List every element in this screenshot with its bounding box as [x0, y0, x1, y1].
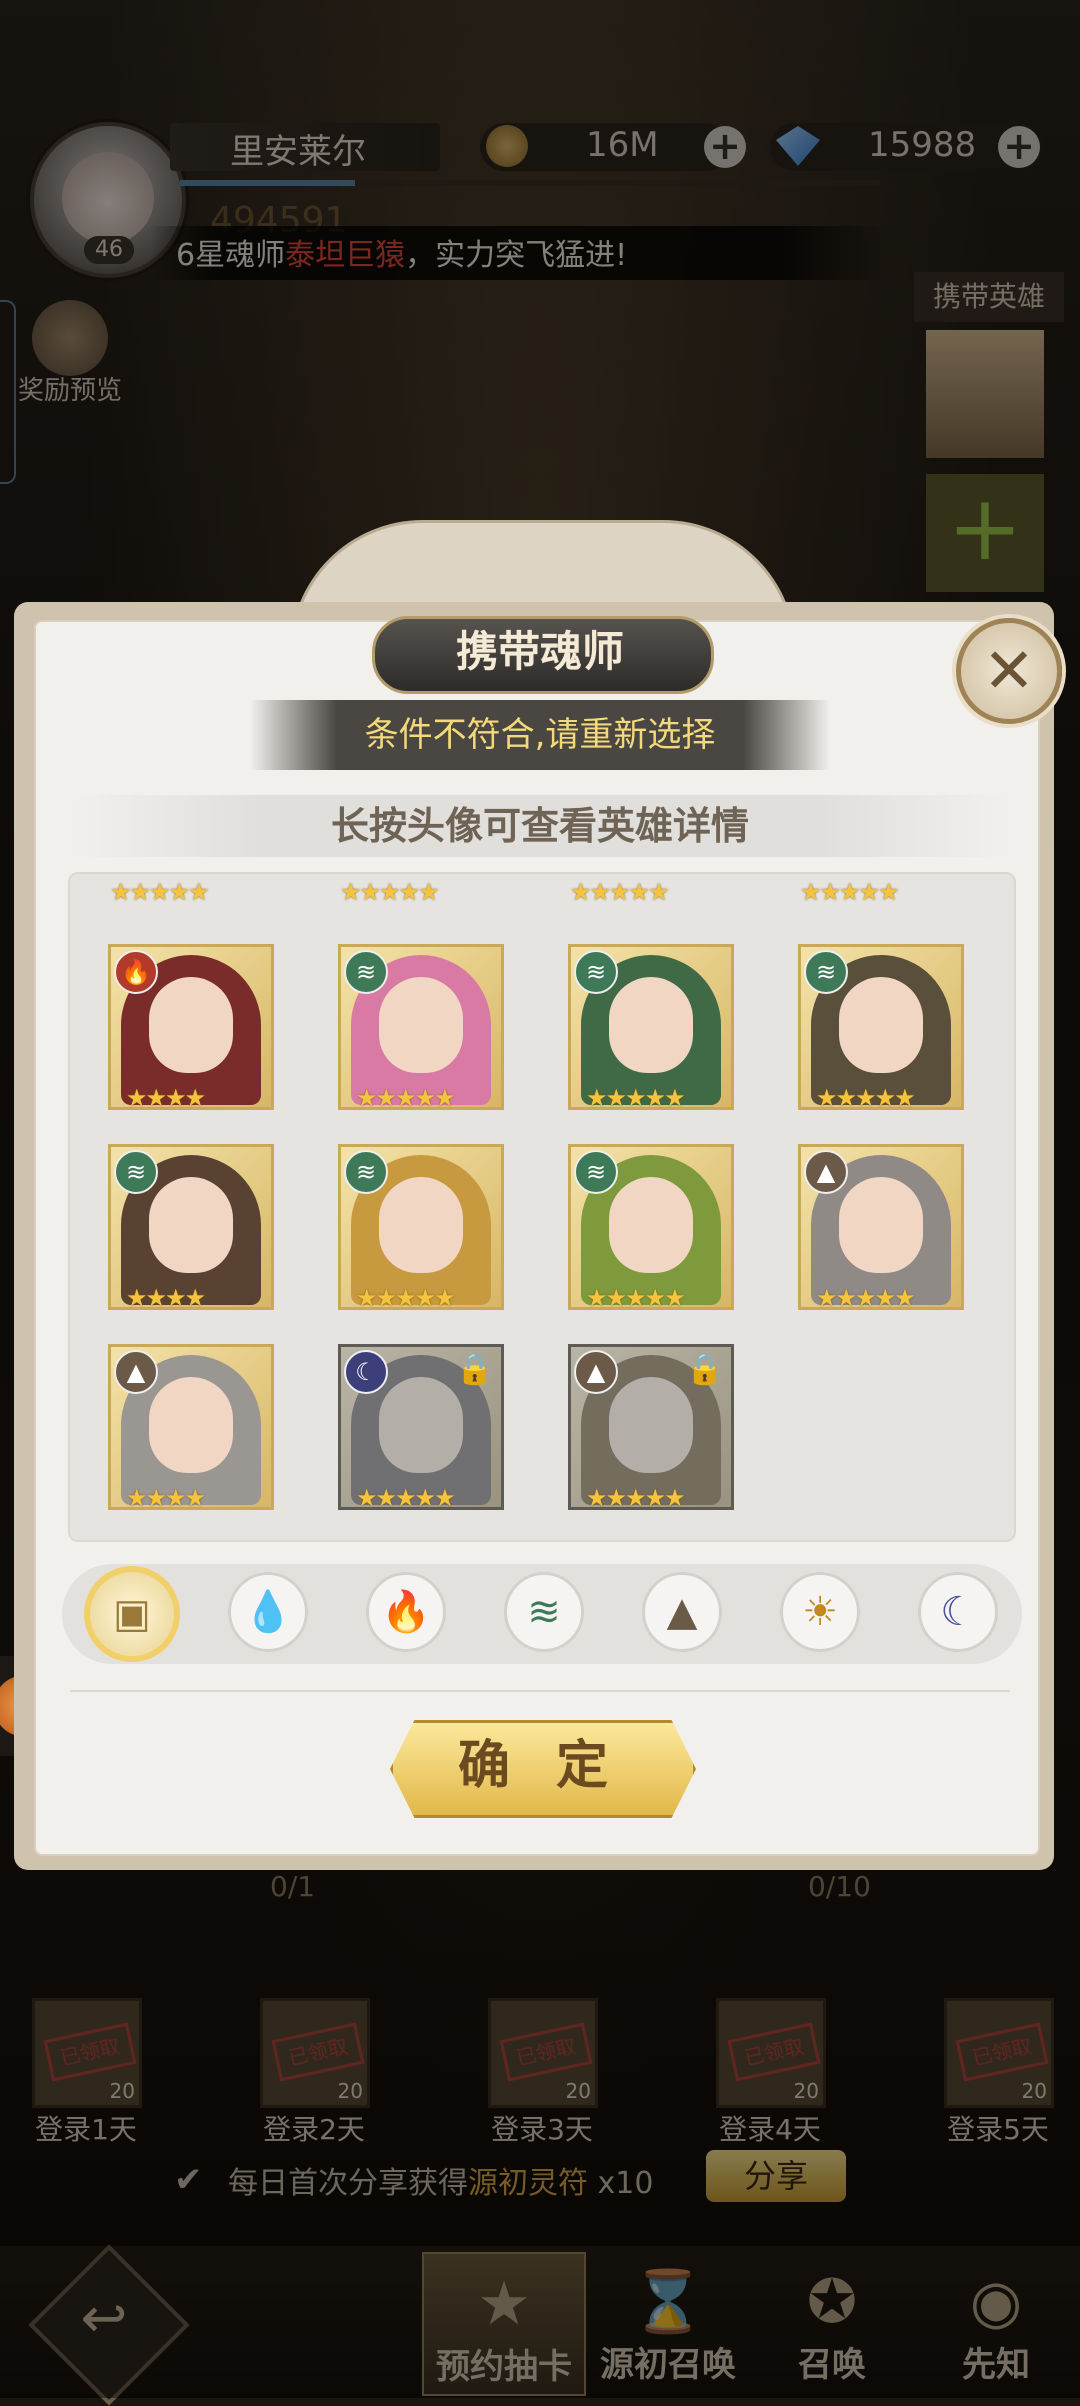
hero-stars: ★★★★★ [356, 1484, 456, 1512]
confirm-label[interactable]: 确 定 [390, 1720, 690, 1812]
hero-card[interactable]: ≋ ★★★★ [108, 1144, 274, 1312]
hero-card-partial-stars: ★★★★★ [570, 878, 670, 906]
earth-filter-icon[interactable]: ▲ [642, 1572, 722, 1652]
hero-face [609, 1177, 693, 1273]
hero-face [379, 1377, 463, 1473]
earth-element-icon: ▲ [804, 1150, 848, 1194]
hero-stars: ★★★★★ [586, 1484, 686, 1512]
hero-face [379, 977, 463, 1073]
fire-element-icon: 🔥 [114, 950, 158, 994]
hero-card[interactable]: ≋ ★★★★★ [338, 944, 504, 1112]
hero-face [609, 977, 693, 1073]
wind-element-icon: ≋ [574, 950, 618, 994]
hero-face [609, 1377, 693, 1473]
hero-card[interactable]: ▲ ★★★★★ [798, 1144, 964, 1312]
hero-face [379, 1177, 463, 1273]
hero-stars: ★★★★★ [816, 1284, 916, 1312]
hero-card[interactable]: ≋ ★★★★★ [338, 1144, 504, 1312]
hero-stars: ★★★★★ [356, 1284, 456, 1312]
hero-card[interactable]: ≋ ★★★★★ [568, 944, 734, 1112]
hero-face [149, 1177, 233, 1273]
earth-element-icon: ▲ [574, 1350, 618, 1394]
all-filter-icon[interactable]: ▣ [84, 1566, 180, 1662]
wind-element-icon: ≋ [344, 1150, 388, 1194]
hero-face [839, 1177, 923, 1273]
light-filter-icon[interactable]: ☀ [780, 1572, 860, 1652]
wind-element-icon: ≋ [574, 1150, 618, 1194]
hero-card[interactable]: ▲ ★★★★ [108, 1344, 274, 1512]
earth-element-icon: ▲ [114, 1350, 158, 1394]
wind-element-icon: ≋ [114, 1150, 158, 1194]
wind-filter-icon[interactable]: ≋ [504, 1572, 584, 1652]
hero-stars: ★★★★ [126, 1484, 206, 1512]
lock-icon: 🔒 [456, 1352, 494, 1387]
hero-card[interactable]: ▲ ★★★★★ 🔒 [568, 1344, 734, 1512]
hero-stars: ★★★★★ [586, 1084, 686, 1112]
warning-text: 条件不符合,请重新选择 [364, 715, 716, 755]
hero-card[interactable]: ☾ ★★★★★ 🔒 [338, 1344, 504, 1512]
hint-text: 长按头像可查看英雄详情 [330, 803, 749, 848]
hero-face [839, 977, 923, 1073]
lock-icon: 🔒 [686, 1352, 724, 1387]
modal-title: 携带魂师 [455, 627, 624, 676]
hero-card-partial-stars: ★★★★★ [800, 878, 900, 906]
hero-grid[interactable]: ★★★★★ ★★★★★ ★★★★★ ★★★★★ 🔥 ★★★★ ≋ ★★★★★ ≋ ★★★★★ ≋ ★★… [68, 872, 1016, 1542]
water-filter-icon[interactable]: 💧 [228, 1572, 308, 1652]
hero-stars: ★★★★ [126, 1284, 206, 1312]
hero-face [149, 1377, 233, 1473]
hero-stars: ★★★★ [126, 1084, 206, 1112]
hero-card[interactable]: ≋ ★★★★★ [568, 1144, 734, 1312]
hero-card-partial-stars: ★★★★★ [110, 878, 210, 906]
moon-element-icon: ☾ [344, 1350, 388, 1394]
hero-stars: ★★★★★ [356, 1084, 456, 1112]
hero-card[interactable]: ≋ ★★★★★ [798, 944, 964, 1112]
divider [70, 1690, 1010, 1692]
hero-face [149, 977, 233, 1073]
wind-element-icon: ≋ [804, 950, 848, 994]
hero-card[interactable]: 🔥 ★★★★ [108, 944, 274, 1112]
hero-card-partial-stars: ★★★★★ [340, 878, 440, 906]
wind-element-icon: ≋ [344, 950, 388, 994]
hero-stars: ★★★★★ [586, 1284, 686, 1312]
moon-filter-icon[interactable]: ☾ [918, 1572, 998, 1652]
close-icon[interactable]: ✕ [956, 618, 1062, 724]
hero-stars: ★★★★★ [816, 1084, 916, 1112]
fire-filter-icon[interactable]: 🔥 [366, 1572, 446, 1652]
